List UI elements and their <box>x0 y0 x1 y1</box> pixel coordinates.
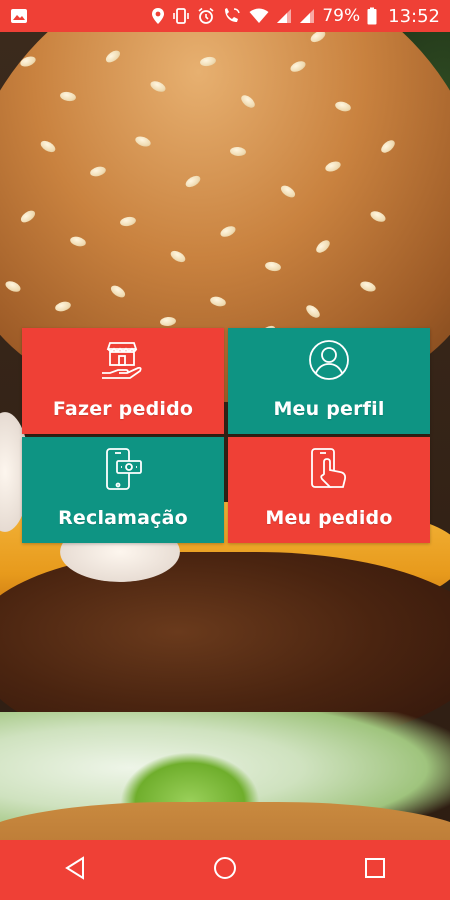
phone-tap-icon <box>306 445 352 493</box>
home-button[interactable] <box>195 840 255 900</box>
wifi-calling-icon <box>222 7 242 25</box>
meu-perfil-label: Meu perfil <box>273 398 385 420</box>
wifi-icon <box>249 8 269 24</box>
status-bar: 79% 13:52 <box>0 0 450 32</box>
battery-icon <box>367 7 377 25</box>
user-circle-icon <box>307 336 351 384</box>
back-icon <box>64 856 86 884</box>
signal-icon <box>299 8 315 24</box>
fazer-pedido-button[interactable]: Fazer pedido <box>22 328 224 434</box>
battery-percent: 79% <box>322 6 361 26</box>
location-icon <box>151 7 165 25</box>
recents-icon <box>364 857 386 883</box>
shop-hand-icon <box>100 336 146 384</box>
signal-icon <box>276 8 292 24</box>
clock: 13:52 <box>388 5 440 27</box>
system-nav-bar <box>0 840 450 900</box>
recents-button[interactable] <box>345 840 405 900</box>
reclamacao-label: Reclamação <box>58 507 188 529</box>
home-icon <box>213 856 237 884</box>
alarm-icon <box>197 7 215 25</box>
meu-pedido-button[interactable]: Meu pedido <box>228 437 430 543</box>
main-menu: Fazer pedido Meu perfil Reclamação Meu p… <box>22 328 430 543</box>
vibrate-icon <box>172 7 190 25</box>
meu-perfil-button[interactable]: Meu perfil <box>228 328 430 434</box>
fazer-pedido-label: Fazer pedido <box>52 398 194 420</box>
reclamacao-button[interactable]: Reclamação <box>22 437 224 543</box>
phone-dollar-icon <box>101 445 145 493</box>
meu-pedido-label: Meu pedido <box>265 507 393 529</box>
image-notification-icon <box>10 7 28 25</box>
back-button[interactable] <box>45 840 105 900</box>
